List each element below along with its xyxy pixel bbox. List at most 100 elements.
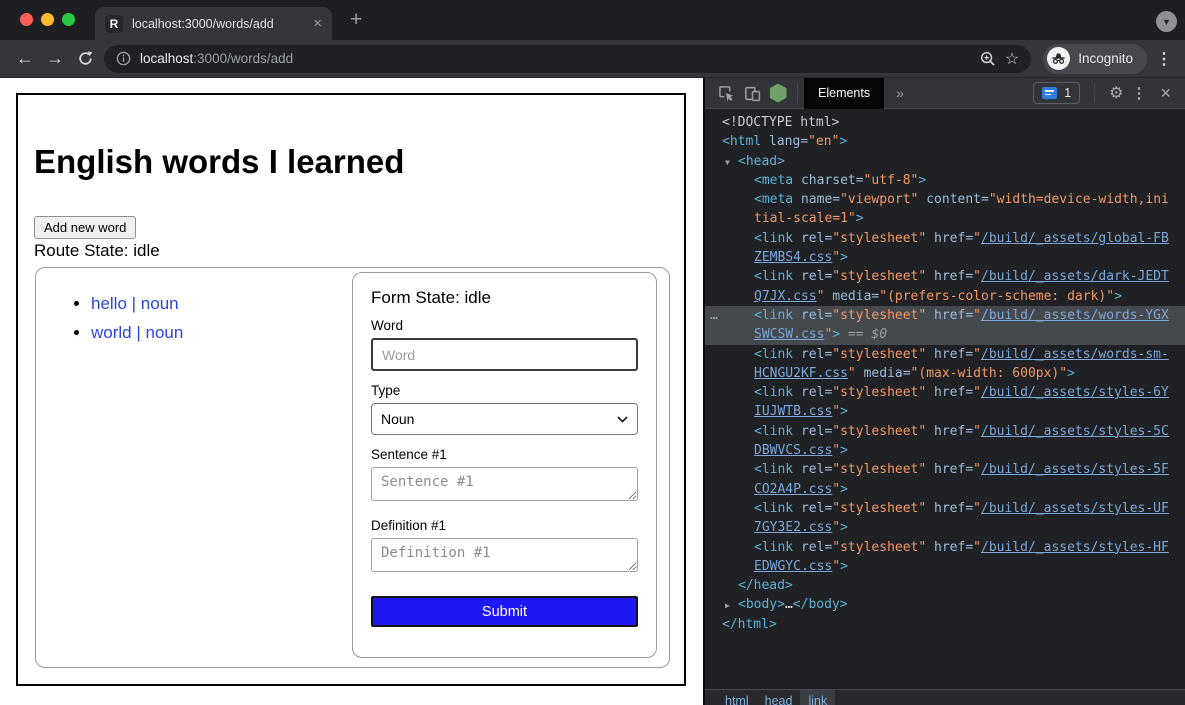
- sentence-textarea[interactable]: [371, 467, 638, 501]
- device-toolbar-icon[interactable]: [739, 80, 765, 106]
- devtools-close-icon[interactable]: ×: [1160, 83, 1171, 104]
- code-line[interactable]: <link rel="stylesheet" href="/build/_ass…: [705, 422, 1185, 441]
- sentence-label: Sentence #1: [371, 447, 638, 462]
- code-line[interactable]: HCNGU2KF.css" media="(max-width: 600px)"…: [705, 364, 1185, 383]
- words-list: hello | noun world | noun: [73, 294, 183, 352]
- code-token: ": [832, 482, 840, 497]
- word-link[interactable]: world | noun: [91, 323, 183, 342]
- browser-window: R localhost:3000/words/add × + ▼ ← → loc…: [0, 0, 1185, 705]
- code-line[interactable]: ZEMBS4.css">: [705, 248, 1185, 267]
- bookmark-star-icon[interactable]: ☆: [1005, 49, 1019, 69]
- code-token: </head>: [738, 578, 793, 593]
- code-token: tial-scale=1": [754, 211, 856, 226]
- devtools-menu-icon[interactable]: ⋮: [1131, 84, 1146, 102]
- tab-elements[interactable]: Elements: [804, 78, 884, 109]
- word-link[interactable]: hello | noun: [91, 294, 179, 313]
- code-line[interactable]: <link rel="stylesheet" href="/build/_ass…: [705, 383, 1185, 402]
- code-line[interactable]: </html>: [705, 615, 1185, 634]
- type-select[interactable]: Noun: [371, 403, 638, 435]
- browser-menu-icon[interactable]: ⋮: [1153, 49, 1175, 69]
- code-token: CO2A4P.css: [754, 482, 832, 497]
- submit-button[interactable]: Submit: [371, 596, 638, 627]
- back-icon[interactable]: ←: [10, 44, 40, 74]
- code-line[interactable]: <!DOCTYPE html>: [705, 113, 1185, 132]
- code-token: /build/_assets/global-FB: [981, 231, 1169, 246]
- code-token: >: [840, 404, 848, 419]
- code-token: ": [973, 269, 981, 284]
- code-token: <link: [754, 308, 793, 323]
- definition-label: Definition #1: [371, 518, 638, 533]
- code-line[interactable]: <link rel="stylesheet" href="/build/_ass…: [705, 229, 1185, 248]
- code-token: <link: [754, 462, 793, 477]
- remix-favicon-icon: R: [105, 15, 123, 33]
- code-token: charset=: [793, 173, 863, 188]
- code-token: EDWGYC.css: [754, 559, 832, 574]
- code-line[interactable]: <html lang="en">: [705, 132, 1185, 151]
- collapse-arrow-icon[interactable]: ▶: [725, 596, 730, 615]
- breadcrumb-item-head[interactable]: head: [757, 690, 801, 705]
- code-line[interactable]: </head>: [705, 576, 1185, 595]
- code-line[interactable]: CO2A4P.css">: [705, 480, 1185, 499]
- code-line[interactable]: <meta charset="utf-8">: [705, 171, 1185, 190]
- code-token: rel=: [793, 269, 832, 284]
- zoom-in-icon[interactable]: [980, 51, 996, 67]
- code-line[interactable]: <link rel="stylesheet" href="/build/_ass…: [705, 538, 1185, 557]
- add-new-word-button[interactable]: Add new word: [34, 216, 136, 239]
- list-item: world | noun: [91, 323, 183, 343]
- code-line[interactable]: <link rel="stylesheet" href="/build/_ass…: [705, 460, 1185, 479]
- code-line[interactable]: <meta name="viewport" content="width=dev…: [705, 190, 1185, 209]
- code-token: media=: [824, 289, 879, 304]
- code-token: "stylesheet": [832, 424, 926, 439]
- code-token: ": [973, 501, 981, 516]
- code-token: name=: [793, 192, 840, 207]
- inspect-element-icon[interactable]: [713, 80, 739, 106]
- code-line[interactable]: SWCSW.css"> == $0: [705, 325, 1185, 344]
- new-tab-button[interactable]: +: [350, 8, 362, 32]
- list-item: hello | noun: [91, 294, 183, 314]
- code-token: media=: [856, 366, 911, 381]
- breadcrumb-item-html[interactable]: html: [717, 690, 757, 705]
- url-host: localhost: [140, 51, 193, 66]
- close-window-button[interactable]: [20, 13, 33, 26]
- code-line[interactable]: ▼ <head>: [705, 152, 1185, 171]
- tab-close-icon[interactable]: ×: [313, 16, 322, 31]
- breadcrumb-item-link[interactable]: link: [800, 690, 835, 705]
- code-line[interactable]: …<link rel="stylesheet" href="/build/_as…: [705, 306, 1185, 325]
- code-token: "en": [808, 134, 839, 149]
- forward-icon[interactable]: →: [40, 44, 70, 74]
- maximize-window-button[interactable]: [62, 13, 75, 26]
- code-line[interactable]: <link rel="stylesheet" href="/build/_ass…: [705, 345, 1185, 364]
- code-token: <link: [754, 269, 793, 284]
- page-info-icon[interactable]: [116, 51, 131, 66]
- expand-arrow-icon[interactable]: ▼: [725, 153, 730, 172]
- more-tabs-icon[interactable]: »: [896, 85, 904, 101]
- code-line[interactable]: tial-scale=1">: [705, 209, 1185, 228]
- code-line[interactable]: <link rel="stylesheet" href="/build/_ass…: [705, 499, 1185, 518]
- code-line[interactable]: Q7JX.css" media="(prefers-color-scheme: …: [705, 287, 1185, 306]
- url-text[interactable]: localhost:3000/words/add: [140, 51, 971, 66]
- code-line[interactable]: EDWGYC.css">: [705, 557, 1185, 576]
- reload-icon[interactable]: [70, 44, 100, 74]
- minimize-window-button[interactable]: [41, 13, 54, 26]
- code-token: <head>: [738, 154, 785, 169]
- code-token: </body>: [793, 597, 848, 612]
- code-line[interactable]: IUJWTB.css">: [705, 402, 1185, 421]
- definition-textarea[interactable]: [371, 538, 638, 572]
- address-bar[interactable]: localhost:3000/words/add ☆: [104, 45, 1031, 73]
- code-token: rel=: [793, 347, 832, 362]
- code-line[interactable]: ▶<body>…</body>: [705, 595, 1185, 614]
- code-line[interactable]: <link rel="stylesheet" href="/build/_ass…: [705, 267, 1185, 286]
- code-token: <!DOCTYPE html>: [722, 115, 839, 130]
- issues-button[interactable]: 1: [1033, 82, 1080, 104]
- word-input[interactable]: [371, 338, 638, 371]
- profile-chevron-icon[interactable]: ▼: [1156, 11, 1177, 32]
- settings-gear-icon[interactable]: ⚙: [1109, 83, 1123, 103]
- code-token: href=: [926, 385, 973, 400]
- code-line[interactable]: 7GY3E2.css">: [705, 518, 1185, 537]
- code-line[interactable]: DBWVCS.css">: [705, 441, 1185, 460]
- code-token: rel=: [793, 424, 832, 439]
- words-panel: hello | nounworld | noun Form State: idl…: [35, 267, 670, 668]
- extension-hexagon-icon[interactable]: [765, 80, 791, 106]
- browser-tab[interactable]: R localhost:3000/words/add ×: [95, 7, 332, 40]
- code-token: /build/_assets/styles-6Y: [981, 385, 1169, 400]
